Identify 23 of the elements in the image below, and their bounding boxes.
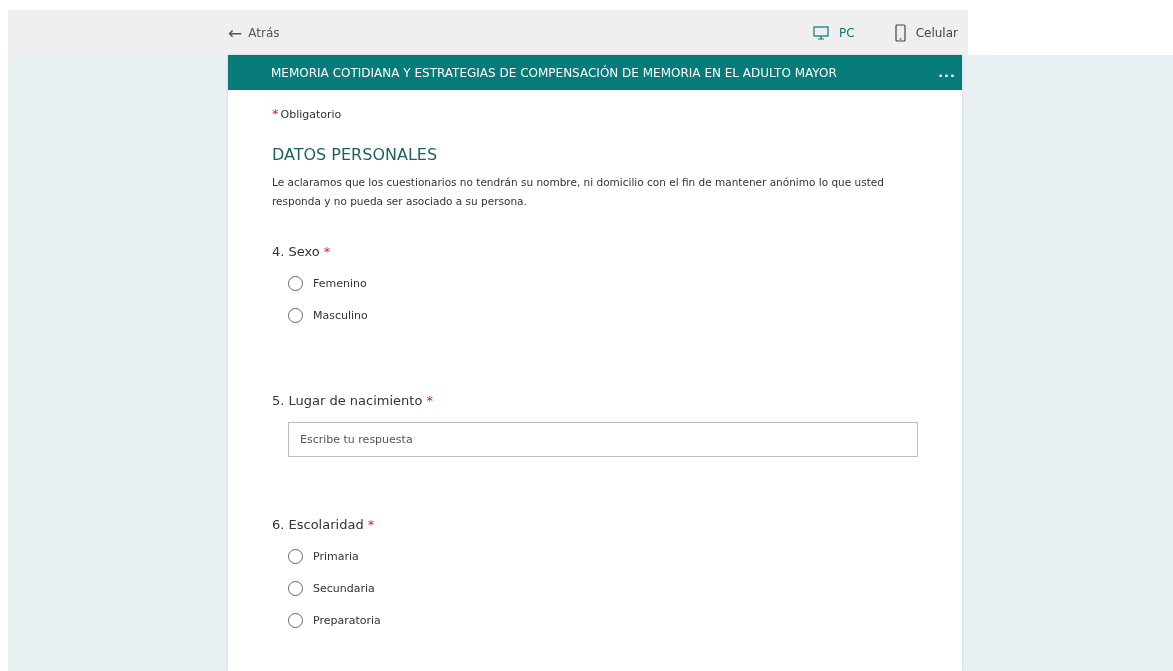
- section-title: DATOS PERSONALES: [272, 145, 439, 164]
- answer-field[interactable]: Escribe tu respuesta: [288, 422, 918, 457]
- view-tab[interactable]: PC: [813, 23, 855, 42]
- radio-option[interactable]: Femenino: [288, 276, 367, 291]
- radio-option[interactable]: Masculino: [288, 308, 368, 323]
- more-menu[interactable]: ...: [938, 65, 956, 80]
- view-tab[interactable]: Celular: [894, 23, 958, 42]
- radio-option[interactable]: Secundaria: [288, 581, 375, 596]
- required-mark: *: [426, 393, 433, 408]
- form-title: MEMORIA COTIDIANA Y ESTRATEGIAS DE COMPENSACIÓN DE MEMORIA EN EL ADULTO MAYOR: [271, 65, 837, 80]
- required-mark: *: [323, 244, 331, 259]
- question-title: 6. Escolaridad: [272, 517, 364, 532]
- back-link[interactable]: ← Atrás: [228, 22, 280, 43]
- radio-option[interactable]: Preparatoria: [288, 613, 381, 628]
- required-mark: *: [367, 517, 375, 532]
- section-description: Le aclaramos que los cuestionarios no tendrán su nombre, ni domicilio con el fin de mantener anónimo lo que usted responda y no pueda ser asociado a su persona.: [272, 175, 885, 209]
- required-mark: *: [272, 106, 279, 121]
- question-title: 5. Lugar de nacimiento: [272, 393, 423, 408]
- monitor-icon: [813, 25, 830, 40]
- question-title: 4. Sexo: [272, 244, 320, 259]
- radio-option[interactable]: Primaria: [288, 549, 359, 564]
- phone-icon: [894, 23, 906, 42]
- required-note: Obligatorio: [280, 108, 342, 121]
